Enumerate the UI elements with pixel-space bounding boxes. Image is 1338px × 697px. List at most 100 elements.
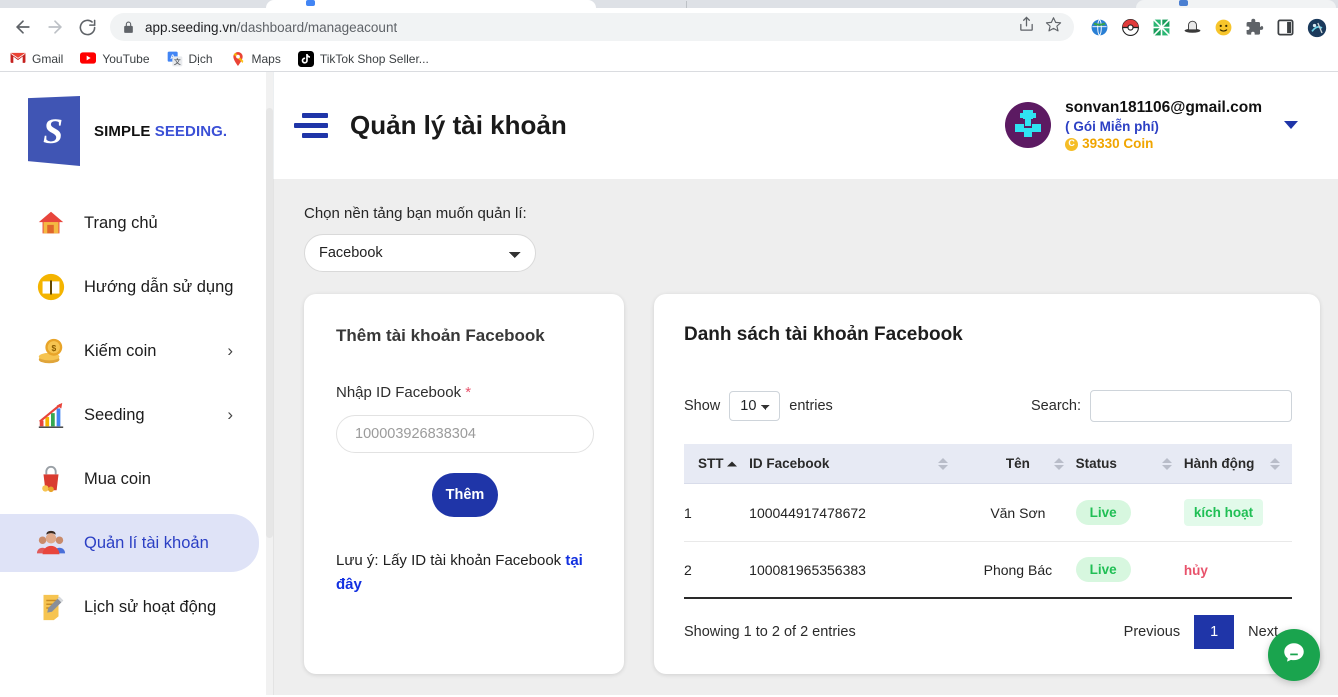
bookmark-maps[interactable]: Maps <box>230 51 281 67</box>
account-list-title: Danh sách tài khoản Facebook <box>684 324 963 345</box>
sidebar-item-huong-dan-su-dung[interactable]: Hướng dẫn sử dụng <box>0 258 259 316</box>
hamburger-menu-icon[interactable] <box>294 112 328 139</box>
svg-text:$: $ <box>51 343 56 353</box>
column-header-stt[interactable]: STT <box>684 444 750 484</box>
user-menu[interactable]: sonvan181106@gmail.com ( Gói Miễn phí) C… <box>1005 98 1298 152</box>
globe-extension-icon[interactable] <box>1090 18 1109 37</box>
cell-ten: Văn Sơn <box>960 483 1076 542</box>
coin-icon: C <box>1065 137 1079 151</box>
forward-arrow-icon <box>40 12 70 42</box>
table-row: 2 100081965356383 Phong Bác Live hủy <box>684 541 1292 599</box>
sidebar-item-kiem-coin[interactable]: $ Kiếm coin › <box>0 322 259 380</box>
activate-button[interactable]: kích hoạt <box>1183 499 1264 526</box>
column-header-status[interactable]: Status <box>1075 444 1184 484</box>
search-label: Search: <box>1031 398 1081 414</box>
robot-avatar-icon <box>1005 102 1052 149</box>
lock-icon <box>122 21 135 34</box>
bookmark-dich[interactable]: A文 Dịch <box>167 51 213 67</box>
sort-icon[interactable] <box>1053 457 1064 470</box>
page-size-select[interactable]: 10 <box>729 391 781 421</box>
emoji-extension-icon[interactable] <box>1214 18 1233 37</box>
show-entries-group: Show 10 entries <box>684 391 833 421</box>
table-row: 1 100044917478672 Văn Sơn Live kích hoạt <box>684 483 1292 542</box>
note-text: Lưu ý: Lấy ID tài khoản Facebook <box>336 552 566 569</box>
browser-tab-strip <box>0 0 1338 8</box>
cell-hanh-dong: kích hoạt <box>1183 483 1292 542</box>
profile-avatar-icon[interactable] <box>1307 18 1327 37</box>
tab-favicon-icon <box>1179 0 1188 6</box>
sidebar-item-trang-chu[interactable]: Trang chủ <box>0 194 259 252</box>
brand-logo[interactable]: S SIMPLE SEEDING. <box>0 72 273 168</box>
cancel-button[interactable]: hủy <box>1184 563 1208 578</box>
chat-bubble-icon <box>1281 640 1307 671</box>
platform-select[interactable]: Facebook <box>304 234 536 272</box>
sidebar-scrollbar-thumb[interactable] <box>266 108 273 538</box>
column-header-hanh-dong[interactable]: Hành động <box>1183 444 1292 484</box>
green-pattern-extension-icon[interactable] <box>1152 18 1171 37</box>
cell-id-facebook: 100081965356383 <box>749 541 961 599</box>
tab-favicon-icon <box>306 0 315 6</box>
chat-widget-button[interactable] <box>1268 629 1320 681</box>
search-input[interactable] <box>1090 390 1292 422</box>
youtube-icon <box>80 51 97 67</box>
fb-id-field-label: Nhập ID Facebook * <box>336 384 594 401</box>
column-label: ID Facebook <box>749 456 830 471</box>
bookmark-label: TikTok Shop Seller... <box>319 51 429 66</box>
add-account-button[interactable]: Thêm <box>432 473 498 517</box>
back-arrow-icon[interactable] <box>8 12 38 42</box>
svg-text:文: 文 <box>174 57 181 66</box>
share-icon[interactable] <box>1018 16 1035 38</box>
column-label: Status <box>1075 456 1117 471</box>
bookmark-youtube[interactable]: YouTube <box>80 51 150 67</box>
sidebar-item-quan-li-tai-khoan[interactable]: Quản lí tài khoản <box>0 514 273 572</box>
caret-down-icon[interactable] <box>1284 121 1298 130</box>
cell-id-facebook: 100044917478672 <box>749 483 961 542</box>
shopping-bag-icon <box>36 464 66 494</box>
brand-name-accent: SEEDING. <box>154 122 228 140</box>
sort-icon[interactable] <box>1270 457 1280 470</box>
star-icon[interactable] <box>1045 16 1062 38</box>
required-asterisk: * <box>465 384 472 401</box>
sort-icon[interactable] <box>938 457 949 470</box>
bookmark-gmail[interactable]: Gmail <box>10 51 63 67</box>
hat-extension-icon[interactable] <box>1183 18 1202 37</box>
sidebar-item-seeding[interactable]: Seeding › <box>0 386 259 444</box>
showing-entries-text: Showing 1 to 2 of 2 entries <box>684 624 856 640</box>
bookmark-tiktok-shop-seller[interactable]: TikTok Shop Seller... <box>297 50 429 67</box>
brand-name-primary: SIMPLE <box>94 122 155 140</box>
cell-stt: 2 <box>684 541 750 599</box>
show-label: Show <box>684 398 721 414</box>
table-header-row: STT ID Facebook Tên Status Hành động <box>684 444 1292 484</box>
sidebar-item-mua-coin[interactable]: Mua coin <box>0 450 259 508</box>
user-plan: ( Gói Miễn phí) <box>1065 119 1159 135</box>
column-header-id-facebook[interactable]: ID Facebook <box>749 444 961 484</box>
sidebar-item-lich-su-hoat-dong[interactable]: Lịch sử hoạt động <box>0 578 259 636</box>
chart-growth-icon <box>36 400 66 430</box>
add-account-note: Lưu ý: Lấy ID tài khoản Facebook tại đây <box>336 549 594 597</box>
pagination-previous[interactable]: Previous <box>1110 616 1194 648</box>
cell-status: Live <box>1075 483 1184 542</box>
search-group: Search: <box>1031 390 1292 422</box>
cards-row: Thêm tài khoản Facebook Nhập ID Facebook… <box>304 294 1320 674</box>
sort-icon[interactable] <box>1161 457 1172 470</box>
home-icon <box>36 208 66 238</box>
sidebar-scrollbar[interactable] <box>266 72 273 695</box>
sort-ascending-icon[interactable] <box>727 461 738 466</box>
cell-ten: Phong Bác <box>960 541 1076 599</box>
add-account-card: Thêm tài khoản Facebook Nhập ID Facebook… <box>304 294 624 674</box>
user-coin-balance: C 39330 Coin <box>1065 135 1262 152</box>
fb-id-input[interactable] <box>336 415 594 453</box>
browser-tab-inactive[interactable] <box>1136 0 1336 8</box>
brand-mark-letter: S <box>42 111 64 151</box>
user-email: sonvan181106@gmail.com <box>1065 99 1262 117</box>
puzzle-extensions-icon[interactable] <box>1245 18 1264 37</box>
address-bar[interactable]: app.seeding.vn/dashboard/manageacount <box>110 13 1074 41</box>
reload-icon[interactable] <box>72 12 102 42</box>
column-header-ten[interactable]: Tên <box>960 444 1076 484</box>
chevron-right-icon: › <box>227 405 233 424</box>
pokeball-extension-icon[interactable] <box>1121 18 1140 37</box>
browser-tab-active[interactable] <box>266 0 596 8</box>
fb-id-label-text: Nhập ID Facebook <box>336 384 462 401</box>
sidepanel-icon[interactable] <box>1276 18 1295 37</box>
pagination-page-1[interactable]: 1 <box>1194 615 1235 649</box>
